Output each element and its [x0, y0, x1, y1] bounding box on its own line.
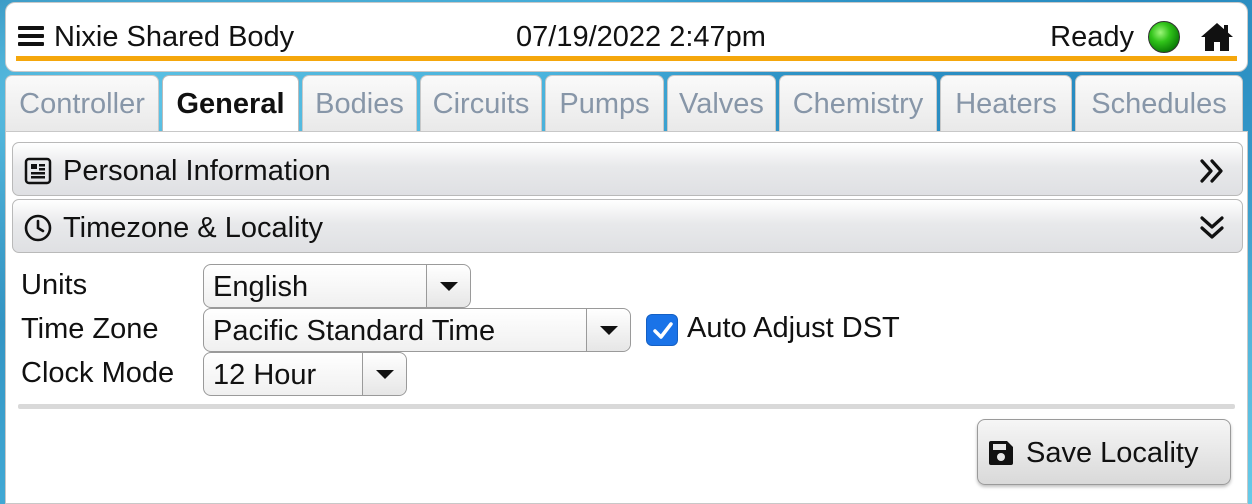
tab-bodies[interactable]: Bodies — [302, 75, 417, 131]
save-locality-button[interactable]: Save Locality — [977, 419, 1231, 485]
floppy-disk-icon — [989, 441, 1013, 465]
auto-adjust-dst-label[interactable]: Auto Adjust DST — [687, 312, 900, 345]
controller-datetime: 07/19/2022 2:47pm — [516, 21, 766, 53]
checkmark-icon — [653, 322, 673, 339]
clock-mode-value: 12 Hour — [213, 359, 317, 391]
time-zone-value: Pacific Standard Time — [213, 315, 496, 347]
section-title: Personal Information — [63, 155, 331, 187]
divider — [18, 404, 1235, 409]
general-panel: Personal Information Timezone & Locality… — [5, 131, 1248, 504]
accordion-personal-information[interactable]: Personal Information — [12, 142, 1243, 196]
save-locality-label: Save Locality — [1026, 437, 1199, 469]
connection-status: Ready — [1050, 21, 1134, 53]
tab-general[interactable]: General — [162, 75, 299, 135]
units-select[interactable]: English — [203, 264, 471, 308]
app-header: Nixie Shared Body 07/19/2022 2:47pm Read… — [5, 2, 1248, 72]
clock-mode-label: Clock Mode — [21, 357, 175, 389]
section-title: Timezone & Locality — [63, 212, 324, 244]
time-zone-select[interactable]: Pacific Standard Time — [203, 308, 631, 352]
accordion-timezone-locality[interactable]: Timezone & Locality — [12, 199, 1243, 253]
clock-icon — [24, 214, 52, 242]
units-value: English — [213, 271, 309, 303]
home-icon[interactable] — [1199, 21, 1235, 53]
dropdown-arrow-icon[interactable] — [586, 309, 630, 351]
tab-heaters[interactable]: Heaters — [940, 75, 1072, 131]
tab-bar: Controller General Bodies Circuits Pumps… — [5, 75, 1248, 135]
units-label: Units — [21, 269, 88, 301]
tab-schedules[interactable]: Schedules — [1075, 75, 1243, 131]
tab-pumps[interactable]: Pumps — [545, 75, 664, 131]
tab-controller[interactable]: Controller — [5, 75, 159, 131]
menu-icon[interactable] — [18, 26, 44, 46]
chevron-double-down-icon — [1200, 216, 1224, 239]
tab-valves[interactable]: Valves — [667, 75, 776, 131]
clock-mode-select[interactable]: 12 Hour — [203, 352, 407, 396]
tab-circuits[interactable]: Circuits — [420, 75, 542, 131]
tab-chemistry[interactable]: Chemistry — [779, 75, 937, 131]
dropdown-arrow-icon[interactable] — [426, 265, 470, 307]
header-bar: Nixie Shared Body 07/19/2022 2:47pm Read… — [16, 17, 1237, 61]
auto-adjust-dst-checkbox[interactable] — [646, 314, 678, 346]
time-zone-label: Time Zone — [21, 313, 159, 345]
app-title: Nixie Shared Body — [54, 21, 295, 53]
chevron-double-right-icon — [1200, 159, 1223, 183]
status-led-icon — [1148, 21, 1180, 53]
address-card-icon — [24, 157, 52, 185]
dropdown-arrow-icon[interactable] — [362, 353, 406, 395]
